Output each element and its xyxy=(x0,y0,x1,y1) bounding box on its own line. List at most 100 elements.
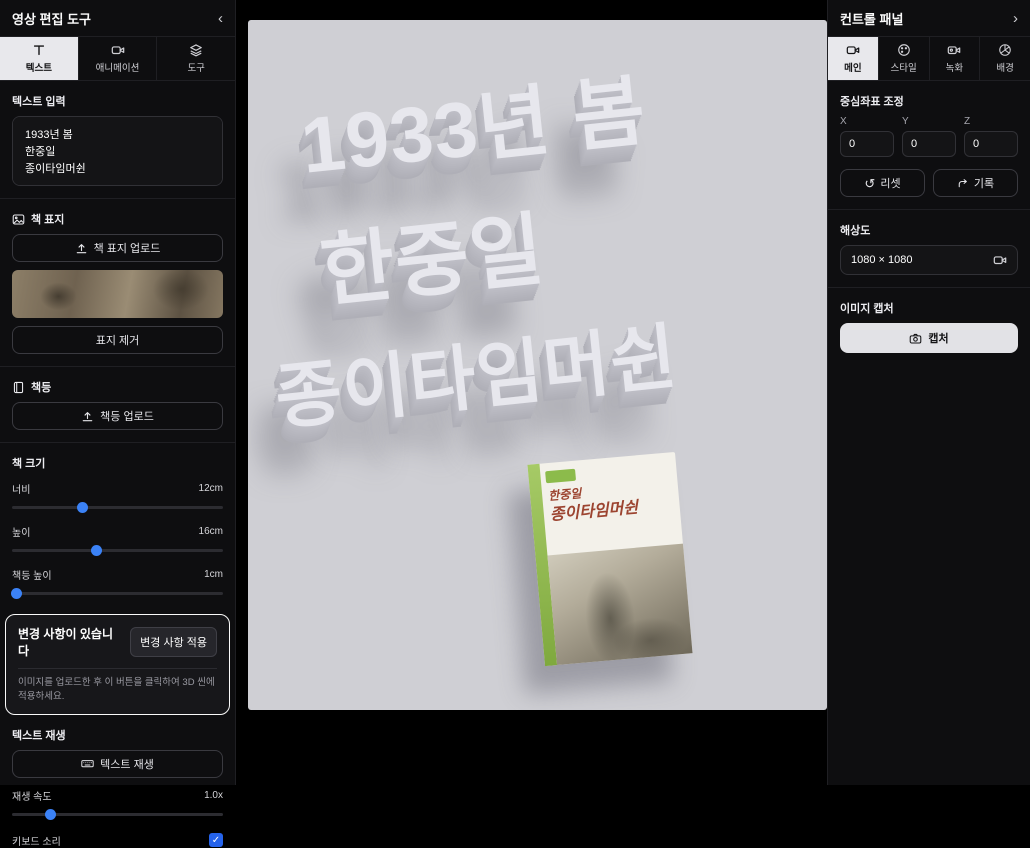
reset-button-label: 리셋 xyxy=(880,175,900,191)
height-slider[interactable] xyxy=(12,544,223,557)
video-camera-icon xyxy=(846,43,860,57)
coord-y-label: Y xyxy=(902,116,956,127)
text-playback-label: 텍스트 재생 xyxy=(12,727,223,743)
left-panel-header: 영상 편집 도구 ‹ xyxy=(0,0,235,37)
tab-background[interactable]: 배경 xyxy=(980,37,1030,80)
right-panel-title: 컨트롤 패널 xyxy=(840,9,903,28)
book-cover-upload-label: 책 표지 업로드 xyxy=(94,240,161,256)
tab-style[interactable]: 스타일 xyxy=(879,37,930,80)
tab-text[interactable]: 텍스트 xyxy=(0,37,79,80)
coords-label: 중심좌표 조정 xyxy=(840,93,1018,109)
upload-icon xyxy=(75,242,88,255)
keyboard-sound-row: 키보드 소리 ✓ xyxy=(12,833,223,848)
changes-card: 변경 사항이 있습니다 변경 사항 적용 이미지를 업로드한 후 이 버튼을 클… xyxy=(5,614,230,715)
book-icon xyxy=(12,381,25,394)
aperture-icon xyxy=(998,43,1012,57)
book-size-label: 책 크기 xyxy=(12,455,223,471)
slider-track xyxy=(12,549,223,552)
coord-z-input[interactable] xyxy=(964,131,1018,157)
coord-x-input[interactable] xyxy=(840,131,894,157)
text-playback-button[interactable]: 텍스트 재생 xyxy=(12,750,223,778)
divider xyxy=(18,668,217,669)
height-slider-handle[interactable] xyxy=(91,545,102,556)
text-playback-button-label: 텍스트 재생 xyxy=(100,756,154,772)
reset-button[interactable]: ↺ 리셋 xyxy=(840,169,925,197)
record-coords-button[interactable]: 기록 xyxy=(933,169,1018,197)
record-button-label: 기록 xyxy=(974,175,994,191)
speed-label: 재생 속도 xyxy=(12,788,52,803)
scene-text-line-2: 한중일 xyxy=(315,185,550,324)
tab-style-label: 스타일 xyxy=(891,60,917,74)
left-panel-title: 영상 편집 도구 xyxy=(12,9,91,28)
coord-x-label: X xyxy=(840,116,894,127)
tab-record[interactable]: 녹화 xyxy=(930,37,981,80)
collapse-right-icon[interactable]: › xyxy=(1013,11,1018,26)
keyboard-sound-label: 키보드 소리 xyxy=(12,833,61,848)
tab-tools-label: 도구 xyxy=(187,60,204,74)
divider xyxy=(0,442,235,443)
speed-slider-handle[interactable] xyxy=(45,809,56,820)
tab-text-label: 텍스트 xyxy=(26,60,52,74)
resolution-value: 1080 × 1080 xyxy=(851,254,912,266)
width-value: 12cm xyxy=(199,483,223,494)
width-label: 너비 xyxy=(12,481,30,496)
spine-height-row: 책등 높이 1cm xyxy=(12,567,223,582)
height-value: 16cm xyxy=(199,526,223,537)
coord-grid: X Y Z xyxy=(840,116,1018,157)
changes-card-description: 이미지를 업로드한 후 이 버튼을 클릭하여 3D 씬에 적용하세요. xyxy=(18,676,217,704)
book-cover-remove-button[interactable]: 표지 제거 xyxy=(12,326,223,354)
speed-row: 재생 속도 1.0x xyxy=(12,788,223,803)
image-capture-label: 이미지 캡처 xyxy=(840,300,1018,316)
width-slider-handle[interactable] xyxy=(77,502,88,513)
book-cover-upload-button[interactable]: 책 표지 업로드 xyxy=(12,234,223,262)
book-spine-label: 책등 xyxy=(12,379,223,395)
check-icon: ✓ xyxy=(212,835,220,846)
text-icon xyxy=(32,43,46,57)
book-spine-upload-label: 책등 업로드 xyxy=(100,408,154,424)
spine-height-slider-handle[interactable] xyxy=(11,588,22,599)
slider-track xyxy=(12,813,223,816)
right-sidebar: 컨트롤 패널 › 메인 스타일 녹화 배경 중심좌표 조정 X Y xyxy=(827,0,1030,785)
speed-value: 1.0x xyxy=(204,790,223,801)
capture-button-label: 캡처 xyxy=(928,330,948,346)
text-input-label: 텍스트 입력 xyxy=(12,93,223,109)
text-input-textarea[interactable]: 1933년 봄 한중일 종이타임머쉰 xyxy=(12,116,223,186)
left-sidebar: 영상 편집 도구 ‹ 텍스트 애니메이션 도구 텍스트 입력 1933년 봄 한… xyxy=(0,0,236,785)
record-camera-icon xyxy=(947,43,961,57)
divider xyxy=(0,198,235,199)
slider-track xyxy=(12,592,223,595)
resolution-label: 해상도 xyxy=(840,222,1018,238)
corner-arrow-icon xyxy=(957,177,969,189)
right-panel-header: 컨트롤 패널 › xyxy=(828,0,1030,37)
book-spine-upload-button[interactable]: 책등 업로드 xyxy=(12,402,223,430)
camera-icon xyxy=(909,332,922,345)
tab-animation[interactable]: 애니메이션 xyxy=(79,37,158,80)
video-camera-icon xyxy=(111,43,125,57)
book-spine-label-text: 책등 xyxy=(31,379,51,395)
tab-main[interactable]: 메인 xyxy=(828,37,879,80)
book-cover-photo xyxy=(547,544,692,665)
keyboard-icon xyxy=(81,757,94,770)
book-cover-3d: 한중일 종이타임머쉰 xyxy=(527,452,692,666)
scene-canvas[interactable]: 1933년 봄 한중일 종이타임머쉰 한중일 종이타임머쉰 xyxy=(248,20,827,710)
tab-background-label: 배경 xyxy=(996,60,1013,74)
divider xyxy=(0,366,235,367)
capture-button[interactable]: 캡처 xyxy=(840,323,1018,353)
coord-y-input[interactable] xyxy=(902,131,956,157)
resolution-field[interactable]: 1080 × 1080 xyxy=(840,245,1018,275)
collapse-left-icon[interactable]: ‹ xyxy=(218,11,223,26)
book-cover-label: 책 표지 xyxy=(12,211,223,227)
spine-height-slider[interactable] xyxy=(12,587,223,600)
right-tab-bar: 메인 스타일 녹화 배경 xyxy=(828,37,1030,81)
keyboard-sound-checkbox[interactable]: ✓ xyxy=(209,833,223,847)
apply-changes-button[interactable]: 변경 사항 적용 xyxy=(130,627,217,657)
width-slider[interactable] xyxy=(12,501,223,514)
book-cover-thumbnail[interactable] xyxy=(12,270,223,318)
scene-text-line-1: 1933년 봄 xyxy=(295,48,651,196)
height-row: 높이 16cm xyxy=(12,524,223,539)
tab-tools[interactable]: 도구 xyxy=(157,37,235,80)
upload-icon xyxy=(81,410,94,423)
speed-slider[interactable] xyxy=(12,808,223,821)
tab-record-label: 녹화 xyxy=(946,60,963,74)
book-badge xyxy=(545,469,576,484)
